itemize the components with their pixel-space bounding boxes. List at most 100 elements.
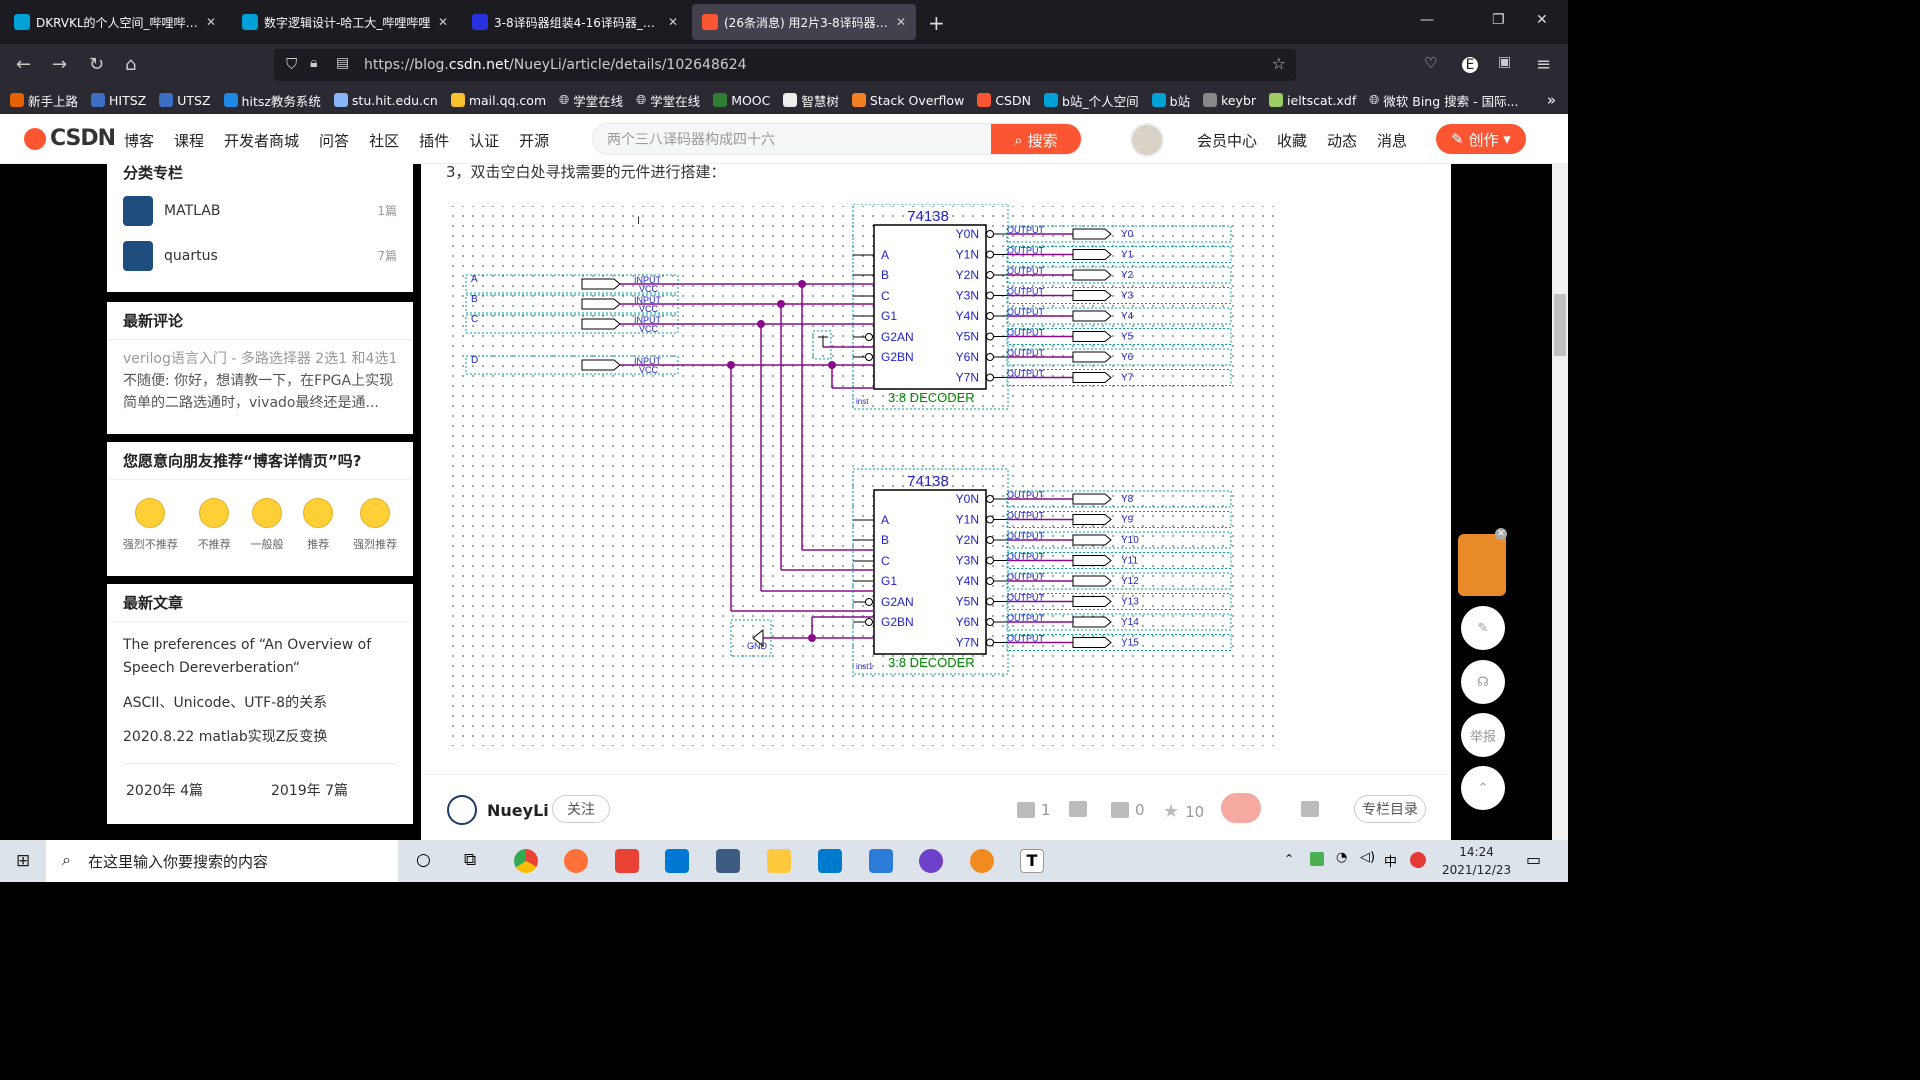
bookmark-item[interactable]: HITSZ: [91, 93, 146, 108]
tab-bilibili-space[interactable]: DKRVKL的个人空间_哔哩哔哩_哔 ✕: [4, 4, 226, 40]
reward-icon[interactable]: [1221, 793, 1261, 823]
create-button[interactable]: ✎ 创作 ▾: [1436, 124, 1526, 154]
minimize-button[interactable]: —: [1420, 12, 1434, 28]
article-link[interactable]: 2020.8.22 matlab实现Z反变换: [107, 715, 413, 749]
bookmark-item[interactable]: hitsz教务系统: [223, 91, 321, 110]
nav-community[interactable]: 社区: [369, 130, 399, 151]
lock-icon[interactable]: 🔒︎: [310, 55, 317, 71]
search-input[interactable]: 两个三八译码器构成四十六 ⌕ 搜索: [592, 123, 1082, 155]
bookmark-item[interactable]: 🌐︎ 学堂在线: [559, 91, 623, 110]
favorite-button[interactable]: ★ 10: [1163, 801, 1204, 822]
reload-button[interactable]: ↻: [89, 54, 104, 75]
back-to-top-button[interactable]: ⌃: [1461, 766, 1505, 810]
nav-certification[interactable]: 认证: [469, 130, 499, 151]
article-link[interactable]: The preferences of “An Overview of Speec…: [107, 622, 413, 680]
author-info[interactable]: NueyLi: [447, 795, 549, 825]
nav-activity[interactable]: 动态: [1327, 130, 1357, 151]
windows-start-icon[interactable]: ⊞: [16, 851, 30, 871]
comment-button[interactable]: 0: [1111, 801, 1145, 819]
search-tool-icon[interactable]: [970, 849, 994, 873]
forward-button[interactable]: →: [52, 54, 67, 75]
nav-favorites[interactable]: 收藏: [1277, 130, 1307, 151]
like-button[interactable]: 1: [1017, 801, 1051, 819]
extension-e-icon[interactable]: E: [1462, 57, 1478, 73]
bookmark-item[interactable]: 🌐︎ 学堂在线: [636, 91, 700, 110]
cortana-icon[interactable]: ○: [416, 850, 431, 870]
tab-baidu[interactable]: 3-8译码器组装4-16译码器_百度 ✕: [462, 4, 688, 40]
close-icon[interactable]: ✕: [1495, 528, 1507, 540]
rating-option[interactable]: 推荐: [303, 498, 334, 552]
more-bookmarks-icon[interactable]: »: [1547, 91, 1556, 109]
bookmark-item[interactable]: 🌐︎ 微软 Bing 搜索 - 国际...: [1369, 91, 1518, 110]
close-icon[interactable]: ✕: [438, 15, 448, 29]
close-window-button[interactable]: ✕: [1536, 12, 1548, 28]
back-button[interactable]: ←: [16, 54, 31, 75]
bookmark-star-icon[interactable]: ☆: [1272, 54, 1286, 73]
virtualbox-icon[interactable]: [716, 849, 740, 873]
column-item[interactable]: quartus 7篇: [107, 233, 413, 278]
rating-option[interactable]: 强烈不推荐: [123, 498, 178, 552]
archive-2020[interactable]: 2020年 4篇: [126, 780, 203, 800]
close-icon[interactable]: ✕: [896, 15, 906, 29]
bookmark-item[interactable]: CSDN: [977, 93, 1031, 108]
search-button[interactable]: ⌕ 搜索: [991, 124, 1081, 154]
nav-vip[interactable]: 会员中心: [1197, 130, 1257, 151]
comment-item[interactable]: verilog语言入门 - 多路选择器 2选1 和4选1 不随便: 你好，想请教…: [107, 340, 413, 422]
column-item[interactable]: MATLAB 1篇: [107, 188, 413, 233]
toc-button[interactable]: 专栏目录: [1354, 795, 1426, 823]
nav-courses[interactable]: 课程: [174, 130, 204, 151]
bookmark-item[interactable]: keybr: [1203, 93, 1256, 108]
nav-qa[interactable]: 问答: [319, 130, 349, 151]
bookmark-item[interactable]: Stack Overflow: [851, 93, 964, 108]
bookmark-item[interactable]: UTSZ: [159, 93, 211, 108]
bookmark-item[interactable]: b站: [1151, 91, 1190, 110]
archive-2019[interactable]: 2019年 7篇: [271, 780, 348, 800]
writer-icon[interactable]: [869, 849, 893, 873]
close-icon[interactable]: ✕: [206, 15, 216, 29]
chrome-icon[interactable]: [514, 849, 538, 873]
restore-button[interactable]: ❐: [1492, 12, 1505, 28]
github-desktop-icon[interactable]: [919, 849, 943, 873]
bookmark-item[interactable]: 新手上路: [10, 91, 78, 110]
page-scrollbar[interactable]: [1552, 164, 1568, 840]
tray-chevron-icon[interactable]: ⌃: [1284, 852, 1294, 866]
scrollbar-thumb[interactable]: [1554, 294, 1566, 356]
mystery-box-icon[interactable]: [1458, 534, 1506, 596]
article-link[interactable]: ASCII、Unicode、UTF-8的关系: [107, 680, 413, 715]
extension-icon[interactable]: ▣: [1498, 54, 1511, 70]
rating-option[interactable]: 不推荐: [198, 498, 231, 552]
notification-icon[interactable]: ▭: [1526, 850, 1541, 869]
bookmark-item[interactable]: 智慧树: [783, 91, 839, 110]
dislike-button[interactable]: [1069, 801, 1087, 817]
task-view-icon[interactable]: ⧉: [464, 850, 476, 870]
gmail-icon[interactable]: [615, 849, 639, 873]
report-float-button[interactable]: 举报: [1461, 713, 1505, 757]
avatar[interactable]: [1130, 123, 1164, 157]
mail-icon[interactable]: [665, 849, 689, 873]
csdn-logo[interactable]: CSDN: [24, 126, 116, 151]
address-bar[interactable]: ⛉ 🔒︎ ▤ https://blog. csdn.net/NueyLi/arti…: [274, 49, 1296, 81]
volume-icon[interactable]: ◁): [1360, 850, 1375, 865]
bookmark-item[interactable]: b站_个人空间: [1043, 91, 1139, 110]
support-float-button[interactable]: ☊: [1461, 660, 1505, 704]
new-tab-button[interactable]: +: [928, 11, 945, 35]
clock[interactable]: 14:24 2021/12/23: [1442, 843, 1511, 879]
file-explorer-icon[interactable]: [767, 849, 791, 873]
nav-plugins[interactable]: 插件: [419, 130, 449, 151]
home-button[interactable]: ⌂: [125, 54, 136, 75]
rating-option[interactable]: 一般般: [250, 498, 283, 552]
tab-csdn-active[interactable]: (26条消息) 用2片3-8译码器拼接 ✕: [692, 4, 916, 40]
bookmark-item[interactable]: MOOC: [713, 93, 770, 108]
edit-float-button[interactable]: ✎: [1461, 606, 1505, 650]
firefox-icon[interactable]: [564, 849, 588, 873]
follow-button[interactable]: 关注: [552, 795, 610, 823]
wifi-icon[interactable]: ◔: [1336, 850, 1347, 865]
close-icon[interactable]: ✕: [668, 15, 678, 29]
share-button[interactable]: [1301, 801, 1319, 817]
tab-bilibili-course[interactable]: 数字逻辑设计-哈工大_哔哩哔哩 ✕: [232, 4, 458, 40]
bookmark-item[interactable]: stu.hit.edu.cn: [333, 93, 438, 108]
shield-icon[interactable]: ⛉: [286, 55, 297, 73]
ime-indicator[interactable]: 中: [1384, 851, 1397, 870]
nav-messages[interactable]: 消息: [1377, 130, 1407, 151]
taskbar-search[interactable]: ⌕ 在这里输入你要搜索的内容: [46, 840, 398, 882]
